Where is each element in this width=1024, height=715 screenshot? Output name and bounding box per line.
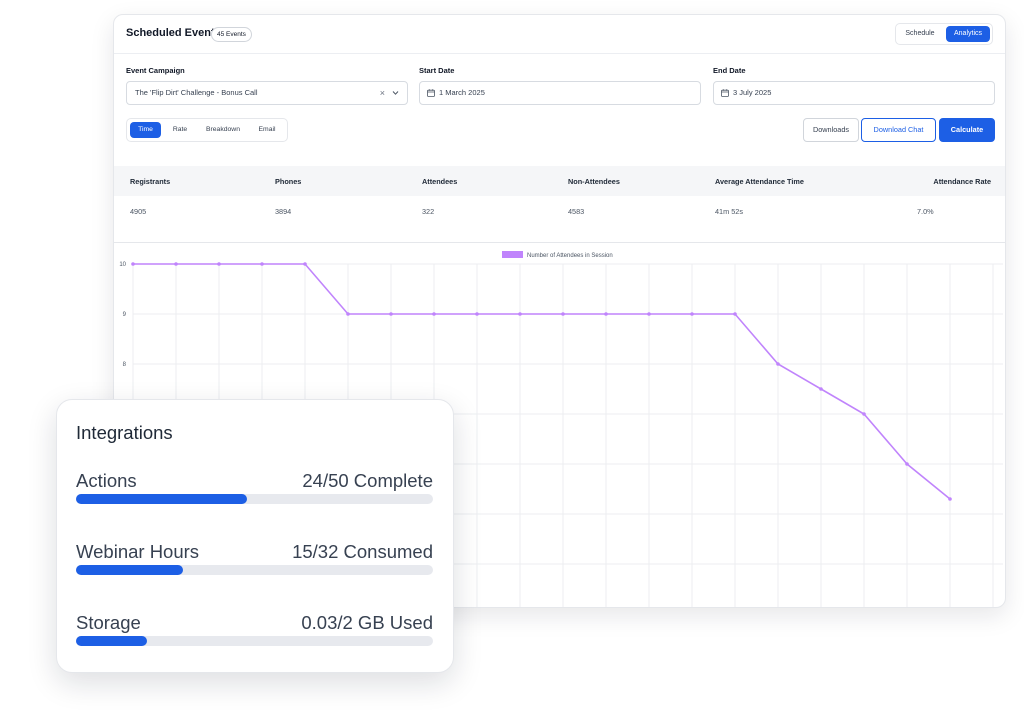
downloads-button[interactable]: Downloads: [803, 118, 859, 142]
data-point: [862, 412, 866, 416]
schedule-view-button[interactable]: Schedule: [898, 26, 942, 42]
actions-usage: Actions 24/50 Complete: [76, 470, 433, 510]
end-date-value: 3 July 2025: [733, 88, 772, 97]
integrations-card: Integrations Actions 24/50 Complete Webi…: [56, 399, 454, 673]
data-point: [303, 262, 307, 266]
download-chat-button[interactable]: Download Chat: [861, 118, 936, 142]
usage-value: 24/50 Complete: [302, 470, 433, 491]
non-attendees-value: 4583: [568, 207, 585, 216]
data-point: [346, 312, 350, 316]
data-point: [776, 362, 780, 366]
usage-label: Storage: [76, 612, 141, 633]
usage-value: 15/32 Consumed: [292, 541, 433, 562]
data-point: [518, 312, 522, 316]
campaign-value: The 'Flip Dirt' Challenge - Bonus Call: [135, 88, 258, 97]
stats-column-header: Non-Attendees: [568, 177, 620, 186]
registrants-value: 4905: [130, 207, 147, 216]
progress-fill: [76, 565, 184, 575]
campaign-label: Event Campaign: [126, 66, 185, 75]
stats-column-header: Phones: [275, 177, 302, 186]
calendar-icon: [427, 89, 435, 97]
phones-value: 3894: [275, 207, 292, 216]
y-tick-label: 10: [119, 262, 126, 268]
webinar-hours-usage: Webinar Hours 15/32 Consumed: [76, 541, 433, 581]
tab-rate[interactable]: Rate: [165, 122, 195, 138]
attendance-rate-value: 7.0%: [917, 207, 934, 216]
view-toggle: Schedule Analytics: [895, 23, 993, 45]
tab-time[interactable]: Time: [130, 122, 161, 138]
clear-icon[interactable]: ×: [380, 82, 385, 104]
data-point: [432, 312, 436, 316]
storage-usage: Storage 0.03/2 GB Used: [76, 612, 433, 652]
metric-tabs: Time Rate Breakdown Email: [126, 118, 288, 142]
tab-email[interactable]: Email: [251, 122, 283, 138]
end-date-field[interactable]: 3 July 2025: [713, 81, 995, 105]
calculate-button[interactable]: Calculate: [939, 118, 995, 142]
chevron-down-icon[interactable]: [392, 90, 399, 96]
stats-header-row: Registrants Phones Attendees Non-Attende…: [114, 166, 1005, 196]
legend-swatch: [502, 251, 523, 258]
campaign-select[interactable]: The 'Flip Dirt' Challenge - Bonus Call ×: [126, 81, 408, 105]
y-tick-label: 8: [123, 362, 127, 368]
analytics-view-button[interactable]: Analytics: [946, 26, 990, 42]
event-count-badge: 45 Events: [211, 27, 252, 42]
data-point: [948, 497, 952, 501]
data-point: [260, 262, 264, 266]
progress-track: [76, 494, 433, 504]
data-point: [475, 312, 479, 316]
data-point: [690, 312, 694, 316]
start-date-label: Start Date: [419, 66, 455, 75]
progress-track: [76, 565, 433, 575]
data-point: [604, 312, 608, 316]
usage-label: Actions: [76, 470, 137, 491]
attendees-value: 322: [422, 207, 435, 216]
stats-column-header: Average Attendance Time: [715, 177, 804, 186]
end-date-label: End Date: [713, 66, 746, 75]
start-date-field[interactable]: 1 March 2025: [419, 81, 701, 105]
data-point: [905, 462, 909, 466]
progress-fill: [76, 494, 248, 504]
dashboard-header: Scheduled Events 45 Events Schedule Anal…: [114, 15, 1005, 54]
usage-label: Webinar Hours: [76, 541, 200, 562]
legend-label: Number of Attendees in Session: [527, 253, 613, 259]
stats-column-header: Attendance Rate: [933, 177, 991, 186]
calendar-icon: [721, 89, 729, 97]
data-point: [647, 312, 651, 316]
data-point: [389, 312, 393, 316]
stats-value-row: 4905 3894 322 4583 41m 52s 7.0%: [114, 196, 1005, 242]
usage-value: 0.03/2 GB Used: [301, 612, 433, 633]
page-title: Scheduled Events: [126, 27, 221, 39]
data-point: [131, 262, 135, 266]
data-point: [217, 262, 221, 266]
tab-breakdown[interactable]: Breakdown: [199, 122, 247, 138]
data-point: [819, 387, 823, 391]
data-point: [561, 312, 565, 316]
stats-column-header: Registrants: [130, 177, 171, 186]
y-tick-label: 9: [123, 312, 127, 318]
avg-attendance-time-value: 41m 52s: [715, 207, 743, 216]
data-point: [733, 312, 737, 316]
stats-column-header: Attendees: [422, 177, 458, 186]
integrations-title: Integrations: [76, 422, 173, 443]
data-point: [174, 262, 178, 266]
start-date-value: 1 March 2025: [439, 88, 485, 97]
progress-fill: [76, 636, 148, 646]
progress-track: [76, 636, 433, 646]
